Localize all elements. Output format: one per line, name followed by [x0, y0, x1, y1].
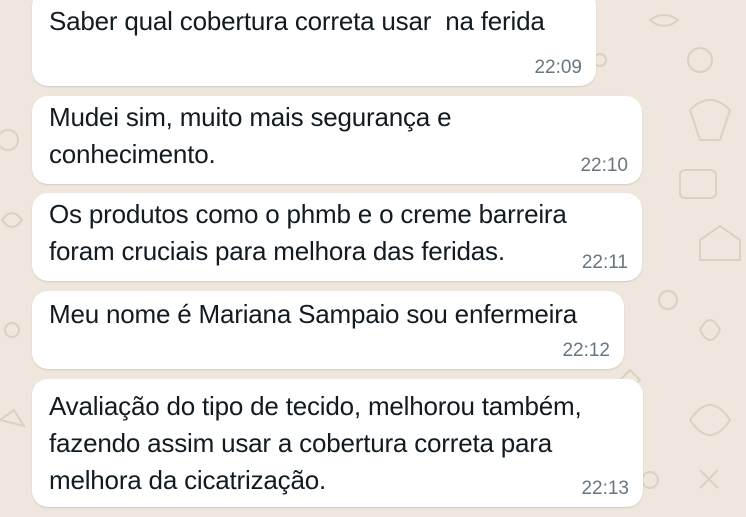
- message-timestamp: 22:09: [534, 57, 582, 78]
- message-text: Saber qual cobertura correta usar na fer…: [49, 6, 545, 36]
- message-bubble[interactable]: Saber qual cobertura correta usar na fer…: [32, 0, 596, 86]
- message-bubble[interactable]: Os produtos como o phmb e o creme barrei…: [32, 193, 642, 281]
- message-timestamp: 22:12: [562, 340, 610, 361]
- message-text: Meu nome é Mariana Sampaio sou enfermeir…: [49, 299, 577, 329]
- message-timestamp: 22:11: [581, 252, 628, 273]
- message-bubble[interactable]: Meu nome é Mariana Sampaio sou enfermeir…: [32, 291, 624, 369]
- message-bubble[interactable]: Mudei sim, muito mais segurança e conhec…: [32, 96, 642, 184]
- message-timestamp: 22:13: [581, 478, 629, 499]
- message-text: Avaliação do tipo de tecido, melhorou ta…: [49, 391, 582, 495]
- message-bubble[interactable]: Avaliação do tipo de tecido, melhorou ta…: [32, 379, 643, 507]
- message-text: Mudei sim, muito mais segurança e conhec…: [49, 102, 452, 169]
- message-timestamp: 22:10: [580, 155, 628, 176]
- message-text: Os produtos como o phmb e o creme barrei…: [49, 199, 567, 266]
